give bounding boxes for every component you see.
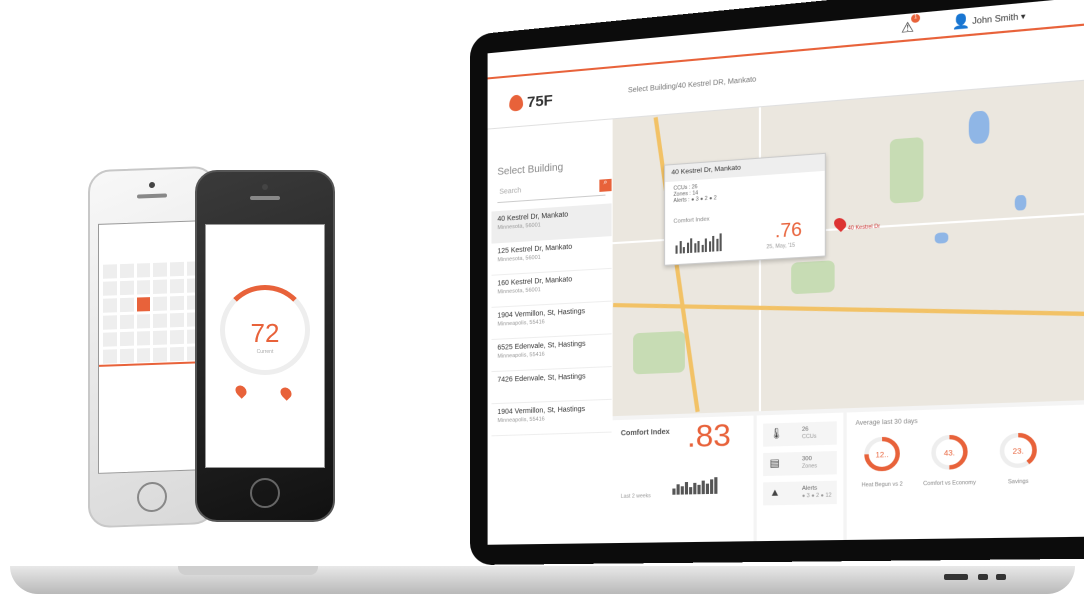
usb-port-icon <box>944 574 968 580</box>
phone-camera <box>149 181 155 189</box>
building-list: 40 Kestrel Dr, Mankato Minnesota, 56001 … <box>491 203 612 437</box>
stat-value: 300 <box>801 455 812 463</box>
donut-savings[interactable]: 23. <box>997 430 1039 470</box>
popup-date: 25, May, '15 <box>766 242 796 251</box>
map-park <box>633 330 685 375</box>
building-popup[interactable]: 40 Kestrel Dr, Mankato CCUs : 26 Zones :… <box>664 152 826 266</box>
home-button[interactable] <box>250 478 280 508</box>
alert-count-badge: 1 <box>911 13 921 24</box>
home-button[interactable] <box>137 481 167 513</box>
phone-screen-thermostat: 72 Current <box>205 224 325 468</box>
map-lake <box>1014 194 1027 211</box>
phone-speaker <box>137 193 167 199</box>
building-sidebar: Select Building Search ⌕ 40 Kestrel Dr, … <box>487 119 613 545</box>
stat-label: Zones <box>801 463 818 470</box>
zones-icon: ▤ <box>769 457 780 470</box>
temperature-value: 72 <box>250 318 280 348</box>
laptop-notch <box>178 566 318 575</box>
donut-value: 43. <box>944 450 955 458</box>
stat-label: ● 3 ● 2 ● 12 <box>801 492 832 500</box>
phone-camera <box>262 184 268 190</box>
stats-panel: 🌡 26 CCUs ▤ 300 Zones ▲ Alerts ● 3 ● 2 ●… <box>756 412 844 542</box>
map-lake <box>968 110 990 145</box>
search-icon[interactable]: ⌕ <box>599 178 612 192</box>
popup-comfort-sparkline <box>675 232 722 254</box>
phone-screen-calendar <box>98 220 206 474</box>
map-lake <box>934 232 949 244</box>
stat-alerts[interactable]: ▲ Alerts ● 3 ● 2 ● 12 <box>763 480 837 506</box>
warning-icon: ▲ <box>769 487 781 500</box>
building-item[interactable]: 7426 Edenvale, St, Hastings <box>491 367 612 405</box>
laptop-base <box>10 566 1075 594</box>
donut-comfort[interactable]: 43. <box>929 432 970 472</box>
stat-value: Alerts <box>801 485 818 493</box>
popup-comfort-value: .76 <box>774 218 802 242</box>
thermostat-icon: 🌡 <box>769 428 784 441</box>
stat-ccus[interactable]: 🌡 26 CCUs <box>763 421 837 447</box>
building-name: 7426 Edenvale, St, Hastings <box>497 373 586 384</box>
comfort-panel: Comfort Index .83 Last 2 weeks <box>612 415 754 544</box>
logo[interactable]: 75F <box>527 92 553 111</box>
calendar-grid[interactable] <box>103 261 201 364</box>
phone-black: 72 Current <box>195 170 335 522</box>
search-input[interactable]: Search <box>497 181 606 204</box>
comfort-title: Comfort Index <box>620 428 670 438</box>
popup-comfort-label: Comfort Index <box>673 216 710 225</box>
stat-zones[interactable]: ▤ 300 Zones <box>763 451 837 477</box>
hdmi-port-icon <box>978 574 988 580</box>
stage: 72 Current ⚠ 1 👤 John Smith ▾ 75F Select… <box>0 0 1084 603</box>
building-city: Minneapolis, 55416 <box>497 416 545 425</box>
user-menu[interactable]: John Smith ▾ <box>972 11 1025 26</box>
comfort-period: Last 2 weeks <box>620 493 651 500</box>
thunderbolt-port-icon <box>996 574 1006 580</box>
map-park <box>791 260 835 295</box>
summary-panels: Comfort Index .83 Last 2 weeks 🌡 26 CCUs… <box>612 404 1084 544</box>
user-avatar-icon[interactable]: 👤 <box>952 12 970 31</box>
dashboard: ⚠ 1 👤 John Smith ▾ 75F Select Building/4… <box>487 0 1084 545</box>
donut-label: Savings <box>1007 478 1029 486</box>
building-item[interactable]: 1904 Vermillon, St, Hastings Minneapolis… <box>491 399 612 437</box>
sidebar-title: Select Building <box>497 161 564 178</box>
donut-label: Heat Begun vs 2 <box>861 481 903 489</box>
stat-label: CCUs <box>801 433 817 441</box>
map-pin-label: 40 Kestrel Dr <box>847 223 881 232</box>
donut-value: 23. <box>1013 448 1024 456</box>
averages-panel: Average last 30 days 12.. Heat Begun vs … <box>846 404 1084 540</box>
donut-value: 12.. <box>876 452 889 460</box>
stat-value: 26 <box>801 426 809 433</box>
comfort-value: .83 <box>686 418 731 455</box>
map[interactable]: 40 Kestrel Dr, Mankato CCUs : 26 Zones :… <box>612 79 1084 417</box>
map-park <box>889 136 924 204</box>
temperature-mode: Current <box>256 349 274 355</box>
donut-heat[interactable]: 12.. <box>862 434 902 474</box>
donut-label: Comfort vs Economy <box>923 479 976 488</box>
phone-speaker <box>250 196 280 200</box>
building-item[interactable]: 6525 Edenvale, St, Hastings Minneapolis,… <box>491 334 612 373</box>
laptop-bezel: ⚠ 1 👤 John Smith ▾ 75F Select Building/4… <box>470 0 1084 565</box>
comfort-sparkline <box>672 477 717 495</box>
zone-pin-icon[interactable] <box>278 385 294 401</box>
breadcrumb[interactable]: Select Building/40 Kestrel DR, Mankato <box>628 76 756 94</box>
averages-title: Average last 30 days <box>855 418 918 428</box>
zone-pin-icon[interactable] <box>233 383 249 399</box>
logo-drop-icon <box>509 94 524 112</box>
